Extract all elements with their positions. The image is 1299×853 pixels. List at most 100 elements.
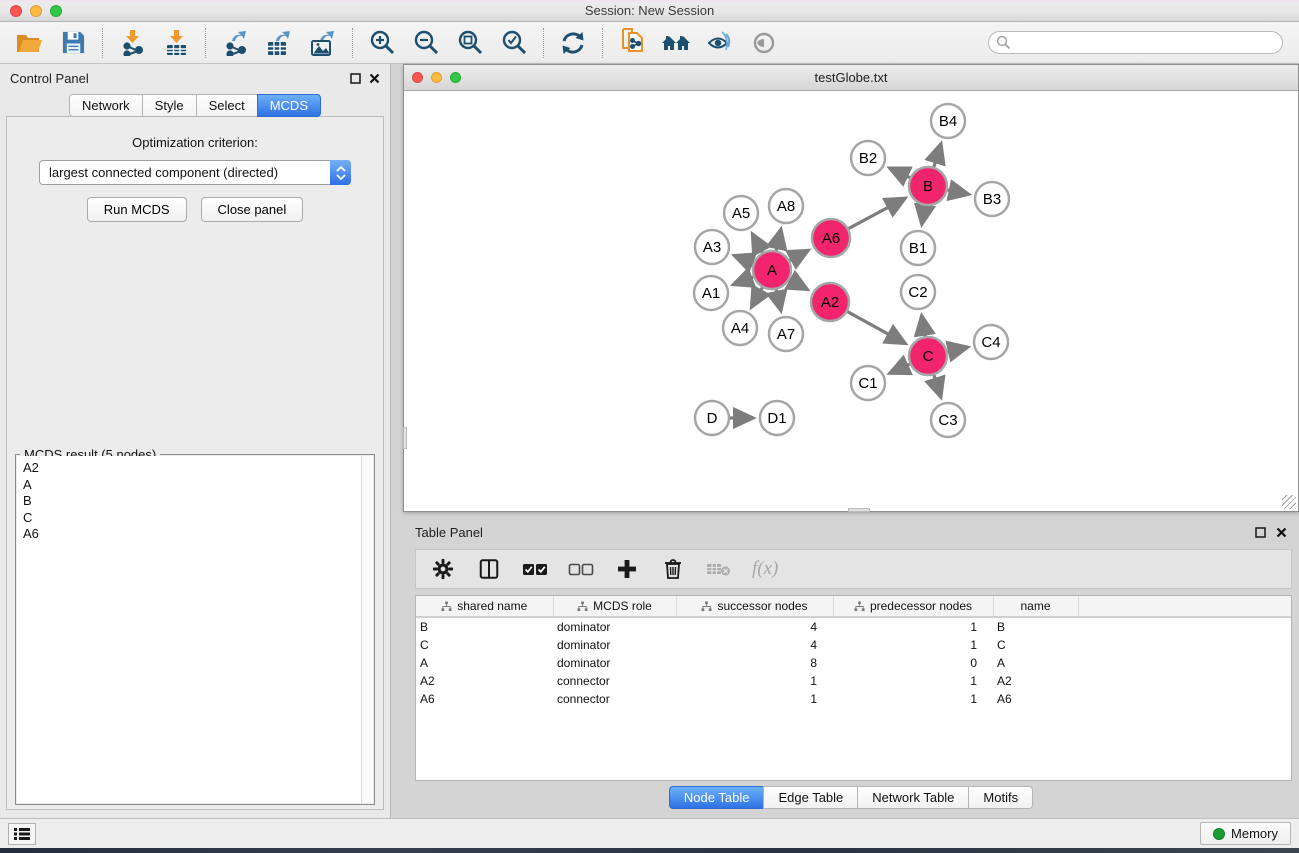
zoom-out-button[interactable] <box>409 27 443 59</box>
search-input[interactable] <box>988 31 1283 54</box>
add-column-button[interactable] <box>614 556 640 582</box>
save-session-button[interactable] <box>56 27 90 59</box>
result-item[interactable]: C <box>23 510 373 527</box>
export-table-button[interactable] <box>262 27 296 59</box>
network-graph[interactable]: B4B2BB3A8A5A6A3B1AA1C2A2A4A7C4CC1C3DD1 <box>404 91 1298 511</box>
tab-motifs[interactable]: Motifs <box>968 786 1033 809</box>
graph-edge-A-A3[interactable] <box>735 256 756 264</box>
result-item[interactable]: A <box>23 477 373 494</box>
table-cell[interactable]: 4 <box>676 636 833 654</box>
table-cell[interactable]: A2 <box>993 672 1078 690</box>
graph-edge-C-C2[interactable] <box>922 317 926 340</box>
table-cell[interactable]: A2 <box>416 672 553 690</box>
graph-edge-A-A5[interactable] <box>753 235 764 255</box>
graph-edge-C-C3[interactable] <box>933 372 940 396</box>
new-network-from-selection-button[interactable] <box>615 27 649 59</box>
tab-network-table[interactable]: Network Table <box>857 786 969 809</box>
result-item[interactable]: A6 <box>23 526 373 543</box>
zoom-selected-button[interactable] <box>497 27 531 59</box>
graph-edge-A-A8[interactable] <box>776 230 781 253</box>
run-mcds-button[interactable]: Run MCDS <box>87 197 187 222</box>
table-cell[interactable]: A6 <box>416 690 553 708</box>
table-cell[interactable]: B <box>993 617 1078 636</box>
delete-table-button[interactable] <box>706 556 732 582</box>
graph-edge-A6-B[interactable] <box>846 199 904 230</box>
table-cell[interactable]: 1 <box>676 690 833 708</box>
table-row[interactable]: A6connector11A6 <box>416 690 1291 708</box>
graph-edge-A-A4[interactable] <box>752 285 764 306</box>
table-row[interactable]: A2connector11A2 <box>416 672 1291 690</box>
graph-edge-A-A7[interactable] <box>776 287 781 310</box>
criterion-dropdown[interactable]: largest connected component (directed) <box>39 160 351 185</box>
table-cell[interactable]: dominator <box>553 654 676 672</box>
select-all-button[interactable] <box>522 556 548 582</box>
table-cell[interactable]: 1 <box>676 672 833 690</box>
table-cell[interactable]: 4 <box>676 617 833 636</box>
delete-column-button[interactable] <box>660 556 686 582</box>
graph-edge-B-B4[interactable] <box>933 145 941 170</box>
graph-edge-B-B3[interactable] <box>945 189 968 194</box>
bottom-splitter-handle[interactable] <box>848 508 870 512</box>
table-cell[interactable]: dominator <box>553 636 676 654</box>
table-cell[interactable]: B <box>416 617 553 636</box>
graph-edge-B-B2[interactable] <box>891 169 913 179</box>
graph-edge-A-A1[interactable] <box>734 276 756 284</box>
refresh-button[interactable] <box>556 27 590 59</box>
table-cell[interactable]: connector <box>553 690 676 708</box>
window-resize-grip[interactable] <box>1282 495 1296 509</box>
table-cell[interactable]: A <box>993 654 1078 672</box>
column-header[interactable]: name <box>993 596 1078 617</box>
table-row[interactable]: Adominator80A <box>416 654 1291 672</box>
table-cell[interactable]: 0 <box>833 654 993 672</box>
table-cell[interactable]: 1 <box>833 617 993 636</box>
table-cell[interactable]: 1 <box>833 690 993 708</box>
table-row[interactable]: Cdominator41C <box>416 636 1291 654</box>
tab-style[interactable]: Style <box>142 94 197 117</box>
table-cell[interactable]: A <box>416 654 553 672</box>
result-list-scrollbar[interactable] <box>361 456 373 803</box>
mcds-result-list[interactable]: A2ABCA6 <box>17 456 373 803</box>
open-session-button[interactable] <box>12 27 46 59</box>
tab-mcds[interactable]: MCDS <box>257 94 321 117</box>
table-cell[interactable]: C <box>993 636 1078 654</box>
column-header[interactable]: predecessor nodes <box>833 596 993 617</box>
graph-edge-A-A6[interactable] <box>787 251 807 262</box>
result-item[interactable]: A2 <box>23 460 373 477</box>
export-image-button[interactable] <box>306 27 340 59</box>
table-settings-button[interactable] <box>430 556 456 582</box>
export-network-button[interactable] <box>218 27 252 59</box>
network-window-titlebar[interactable]: testGlobe.txt <box>404 65 1298 91</box>
show-all-button[interactable] <box>747 27 781 59</box>
network-canvas[interactable]: B4B2BB3A8A5A6A3B1AA1C2A2A4A7C4CC1C3DD1 <box>404 91 1298 511</box>
tab-node-table[interactable]: Node Table <box>669 786 765 809</box>
close-panel-icon[interactable] <box>369 73 380 84</box>
tab-select[interactable]: Select <box>196 94 258 117</box>
close-panel-icon[interactable] <box>1276 527 1287 538</box>
graph-edge-A-A2[interactable] <box>787 278 806 289</box>
import-table-button[interactable] <box>159 27 193 59</box>
first-neighbors-button[interactable] <box>659 27 693 59</box>
memory-button[interactable]: Memory <box>1200 822 1291 845</box>
tab-edge-table[interactable]: Edge Table <box>763 786 858 809</box>
table-cell[interactable]: A6 <box>993 690 1078 708</box>
column-header[interactable]: shared name <box>416 596 553 617</box>
toggle-panel-button[interactable] <box>476 556 502 582</box>
column-header[interactable]: successor nodes <box>676 596 833 617</box>
table-cell[interactable]: dominator <box>553 617 676 636</box>
graph-edge-A2-C[interactable] <box>845 310 904 343</box>
table-cell[interactable]: 1 <box>833 672 993 690</box>
column-header[interactable]: MCDS role <box>553 596 676 617</box>
import-network-button[interactable] <box>115 27 149 59</box>
close-panel-button[interactable]: Close panel <box>201 197 304 222</box>
task-history-button[interactable] <box>8 823 36 845</box>
table-cell[interactable]: 8 <box>676 654 833 672</box>
left-splitter-handle[interactable] <box>403 427 407 449</box>
graph-edge-C-C4[interactable] <box>945 347 967 352</box>
function-builder-button[interactable]: f(x) <box>752 558 778 580</box>
hide-selected-button[interactable] <box>703 27 737 59</box>
tab-network[interactable]: Network <box>69 94 143 117</box>
deselect-all-button[interactable] <box>568 556 594 582</box>
graph-edge-C-C1[interactable] <box>891 363 913 373</box>
table-cell[interactable]: connector <box>553 672 676 690</box>
zoom-fit-button[interactable] <box>453 27 487 59</box>
